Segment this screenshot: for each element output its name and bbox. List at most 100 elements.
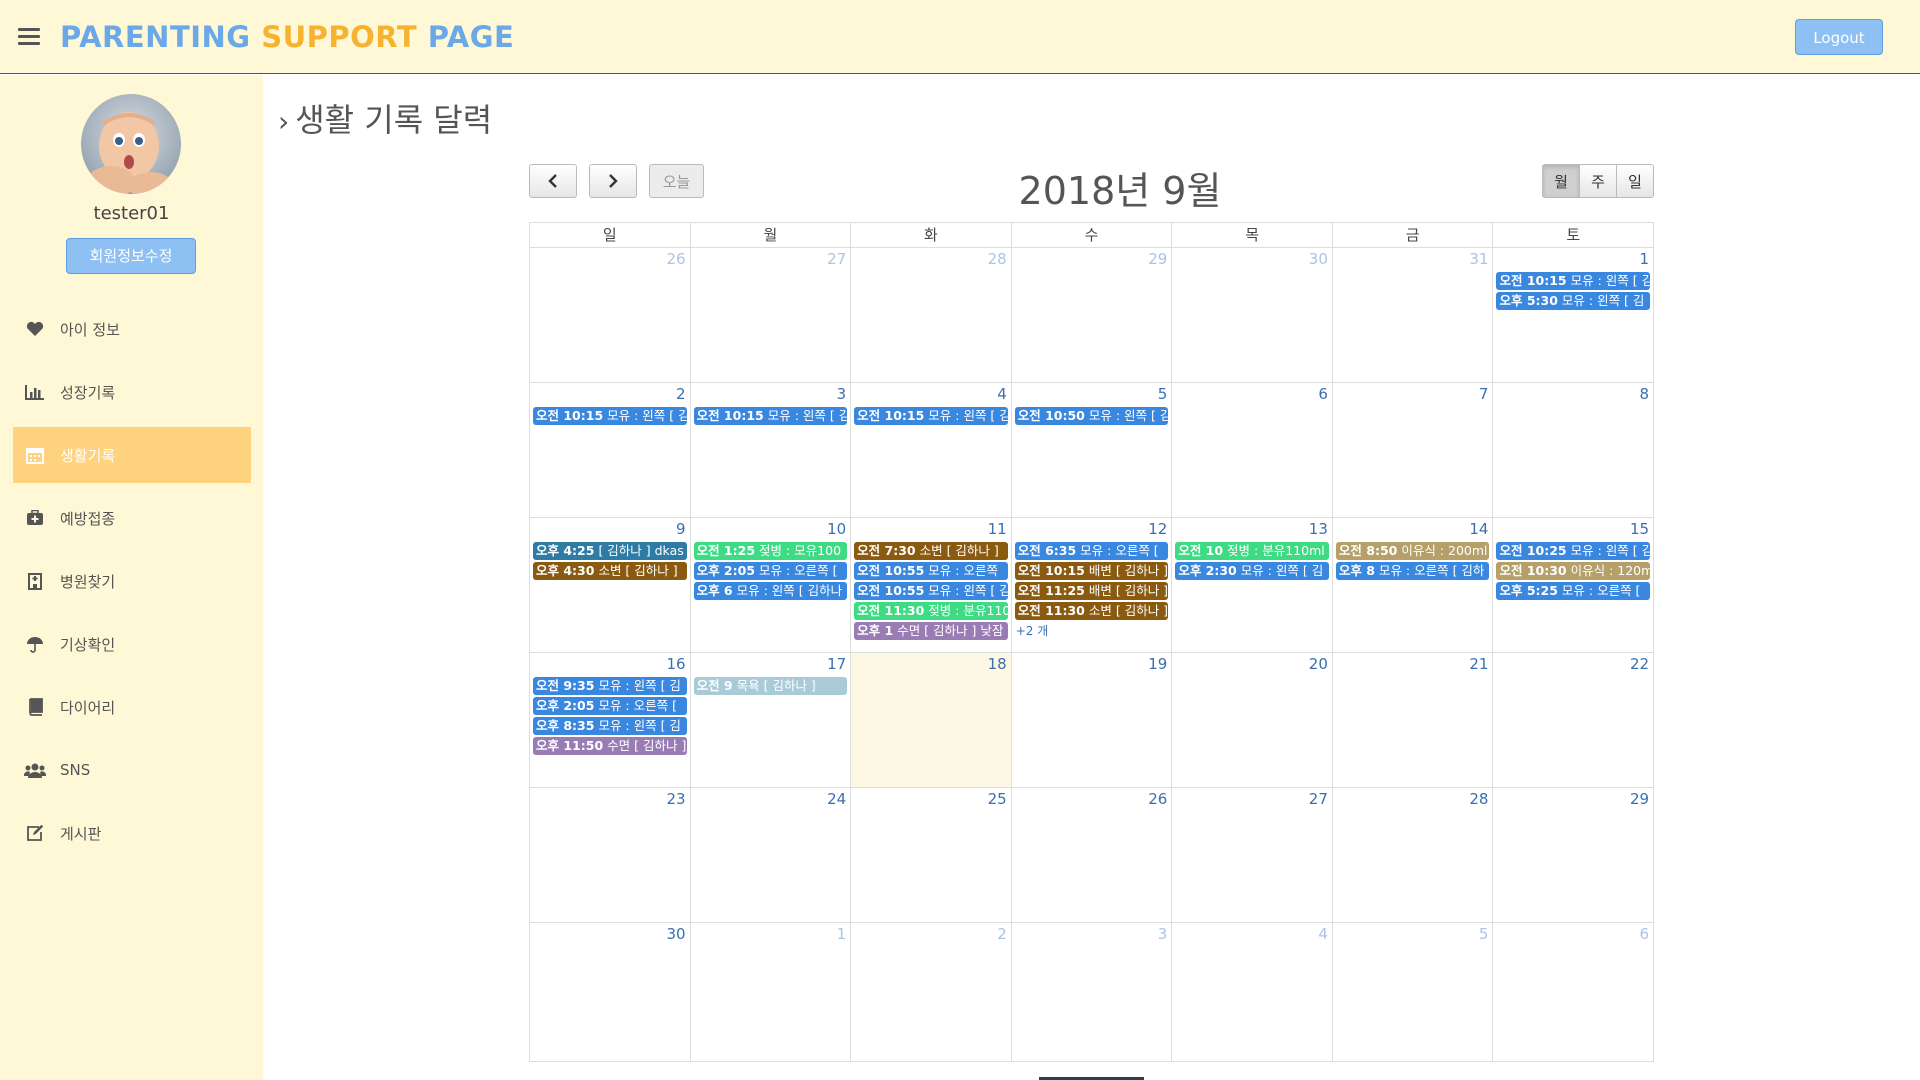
- calendar-day-cell[interactable]: 4: [1171, 923, 1332, 1061]
- day-number[interactable]: 26: [1012, 788, 1172, 810]
- day-number[interactable]: 6: [1493, 923, 1653, 945]
- calendar-event[interactable]: 오후 5:30 모유 : 왼쪽 [ 김: [1496, 292, 1651, 310]
- day-number[interactable]: 8: [1493, 383, 1653, 405]
- calendar-event[interactable]: 오후 5:25 모유 : 오른쪽 [: [1496, 582, 1651, 600]
- calendar-day-cell[interactable]: 21: [1331, 653, 1493, 787]
- menu-icon[interactable]: [18, 28, 40, 46]
- day-number[interactable]: 18: [851, 653, 1011, 675]
- calendar-event[interactable]: 오전 10:55 모유 : 오른쪽: [854, 562, 1008, 580]
- day-number[interactable]: 29: [1493, 788, 1653, 810]
- day-number[interactable]: 7: [1333, 383, 1493, 405]
- calendar-day-cell[interactable]: 29: [1492, 788, 1653, 922]
- calendar-day-cell[interactable]: 14 오전 8:50 이유식 : 200ml 오후 8 모유 : 오른쪽 [ 김하: [1331, 518, 1493, 652]
- day-number[interactable]: 26: [530, 248, 690, 270]
- calendar-day-cell[interactable]: 10 오전 1:25 젖병 : 모유100 오후 2:05 모유 : 오른쪽 [오후…: [689, 518, 851, 652]
- day-number[interactable]: 27: [1172, 788, 1332, 810]
- calendar-day-cell[interactable]: 9 오후 4:25 [ 김하나 ] dkas 오후 4:30 소변 [ 김하나 ]: [530, 518, 690, 652]
- day-number[interactable]: 14: [1333, 518, 1493, 540]
- day-number[interactable]: 11: [851, 518, 1011, 540]
- calendar-event[interactable]: 오전 9:35 모유 : 왼쪽 [ 김: [533, 677, 687, 695]
- sidebar-item-hospital-finder[interactable]: 병원찾기: [13, 553, 251, 609]
- calendar-event[interactable]: 오후 4:25 [ 김하나 ] dkas: [533, 542, 687, 560]
- calendar-day-cell-today[interactable]: 18: [850, 653, 1011, 787]
- calendar-event[interactable]: 오후 8 모유 : 오른쪽 [ 김하: [1335, 562, 1490, 580]
- day-number[interactable]: 28: [851, 248, 1011, 270]
- calendar-event[interactable]: 오전 7:30 소변 [ 김하나 ]: [854, 542, 1008, 560]
- sidebar-item-sns[interactable]: SNS: [13, 742, 251, 798]
- calendar-day-cell[interactable]: 28: [850, 248, 1011, 382]
- logout-button[interactable]: Logout: [1795, 19, 1883, 55]
- calendar-day-cell[interactable]: 16 오전 9:35 모유 : 왼쪽 [ 김 오후 2:05 모유 : 오른쪽 [오…: [530, 653, 690, 787]
- calendar-event[interactable]: 오전 8:50 이유식 : 200ml: [1335, 542, 1490, 560]
- day-number[interactable]: 2: [530, 383, 690, 405]
- brand-title[interactable]: PARENTING SUPPORT PAGE: [60, 20, 514, 54]
- view-month-button[interactable]: 월: [1542, 164, 1580, 198]
- calendar-day-cell[interactable]: 17 오전 9 목욕 [ 김하나 ]: [689, 653, 851, 787]
- day-number[interactable]: 22: [1493, 653, 1653, 675]
- edit-profile-button[interactable]: 회원정보수정: [66, 238, 196, 274]
- calendar-day-cell[interactable]: 28: [1331, 788, 1493, 922]
- calendar-day-cell[interactable]: 26: [1010, 788, 1172, 922]
- calendar-day-cell[interactable]: 6: [1171, 383, 1332, 517]
- day-number[interactable]: 21: [1333, 653, 1493, 675]
- calendar-event[interactable]: 오후 8:35 모유 : 왼쪽 [ 김: [533, 717, 687, 735]
- calendar-day-cell[interactable]: 31: [1331, 248, 1493, 382]
- day-number[interactable]: 29: [1012, 248, 1172, 270]
- sidebar-item-board[interactable]: 게시판: [13, 805, 251, 861]
- view-day-button[interactable]: 일: [1616, 164, 1654, 198]
- calendar-day-cell[interactable]: 12 오전 6:35 모유 : 오른쪽 [오전 10:15 배변 [ 김하나 ] 오…: [1010, 518, 1172, 652]
- calendar-day-cell[interactable]: 7: [1331, 383, 1493, 517]
- calendar-event[interactable]: 오전 9 목욕 [ 김하나 ]: [693, 677, 848, 695]
- calendar-event[interactable]: 오전 10:25 모유 : 왼쪽 [ 김: [1496, 542, 1651, 560]
- view-week-button[interactable]: 주: [1579, 164, 1617, 198]
- day-number[interactable]: 23: [530, 788, 690, 810]
- day-number[interactable]: 16: [530, 653, 690, 675]
- calendar-day-cell[interactable]: 5 오전 10:50 모유 : 왼쪽 [ 김: [1010, 383, 1172, 517]
- day-number[interactable]: 3: [691, 383, 851, 405]
- calendar-day-cell[interactable]: 23: [530, 788, 690, 922]
- day-number[interactable]: 3: [1012, 923, 1172, 945]
- day-number[interactable]: 1: [691, 923, 851, 945]
- calendar-day-cell[interactable]: 30: [1171, 248, 1332, 382]
- day-number[interactable]: 31: [1333, 248, 1493, 270]
- day-number[interactable]: 9: [530, 518, 690, 540]
- day-number[interactable]: 15: [1493, 518, 1653, 540]
- day-number[interactable]: 30: [1172, 248, 1332, 270]
- sidebar-item-daily-log[interactable]: 생활기록: [13, 427, 251, 483]
- calendar-event[interactable]: 오후 4:30 소변 [ 김하나 ]: [533, 562, 687, 580]
- calendar-event[interactable]: 오후 2:05 모유 : 오른쪽 [: [693, 562, 848, 580]
- calendar-event[interactable]: 오전 10:50 모유 : 왼쪽 [ 김: [1014, 407, 1169, 425]
- calendar-event[interactable]: 오후 11:50 수면 [ 김하나 ]: [533, 737, 687, 755]
- calendar-day-cell[interactable]: 6: [1492, 923, 1653, 1061]
- day-number[interactable]: 17: [691, 653, 851, 675]
- calendar-day-cell[interactable]: 19: [1010, 653, 1172, 787]
- sidebar-item-vaccination[interactable]: 예방접종: [13, 490, 251, 546]
- day-number[interactable]: 6: [1172, 383, 1332, 405]
- calendar-event[interactable]: 오전 10:15 모유 : 왼쪽 [ 김: [693, 407, 848, 425]
- sidebar-item-weather[interactable]: 기상확인: [13, 616, 251, 672]
- day-number[interactable]: 25: [851, 788, 1011, 810]
- calendar-day-cell[interactable]: 3: [1010, 923, 1172, 1061]
- calendar-day-cell[interactable]: 1 오전 10:15 모유 : 왼쪽 [ 김 오후 5:30 모유 : 왼쪽 [ 김: [1492, 248, 1653, 382]
- calendar-day-cell[interactable]: 22: [1492, 653, 1653, 787]
- calendar-event[interactable]: 오전 10 젖병 : 분유110ml: [1175, 542, 1329, 560]
- calendar-day-cell[interactable]: 26: [530, 248, 690, 382]
- calendar-day-cell[interactable]: 4 오전 10:15 모유 : 왼쪽 [ 김: [850, 383, 1011, 517]
- next-month-button[interactable]: [589, 164, 637, 198]
- calendar-day-cell[interactable]: 27: [1171, 788, 1332, 922]
- day-number[interactable]: 28: [1333, 788, 1493, 810]
- calendar-day-cell[interactable]: 2 오전 10:15 모유 : 왼쪽 [ 김: [530, 383, 690, 517]
- day-number[interactable]: 12: [1012, 518, 1172, 540]
- day-number[interactable]: 5: [1333, 923, 1493, 945]
- day-number[interactable]: 4: [1172, 923, 1332, 945]
- calendar-day-cell[interactable]: 25: [850, 788, 1011, 922]
- day-number[interactable]: 2: [851, 923, 1011, 945]
- prev-month-button[interactable]: [529, 164, 577, 198]
- calendar-day-cell[interactable]: 13 오전 10 젖병 : 분유110ml 오후 2:30 모유 : 왼쪽 [ 김: [1171, 518, 1332, 652]
- calendar-day-cell[interactable]: 5: [1331, 923, 1493, 1061]
- calendar-event[interactable]: 오후 1 수면 [ 김하나 ] 낮잠: [854, 622, 1008, 640]
- calendar-event[interactable]: 오전 10:55 모유 : 왼쪽 [ 김: [854, 582, 1008, 600]
- calendar-day-cell[interactable]: 30: [530, 923, 690, 1061]
- calendar-event[interactable]: 오전 10:15 배변 [ 김하나 ]: [1014, 562, 1169, 580]
- calendar-event[interactable]: 오전 10:30 이유식 : 120ml: [1496, 562, 1651, 580]
